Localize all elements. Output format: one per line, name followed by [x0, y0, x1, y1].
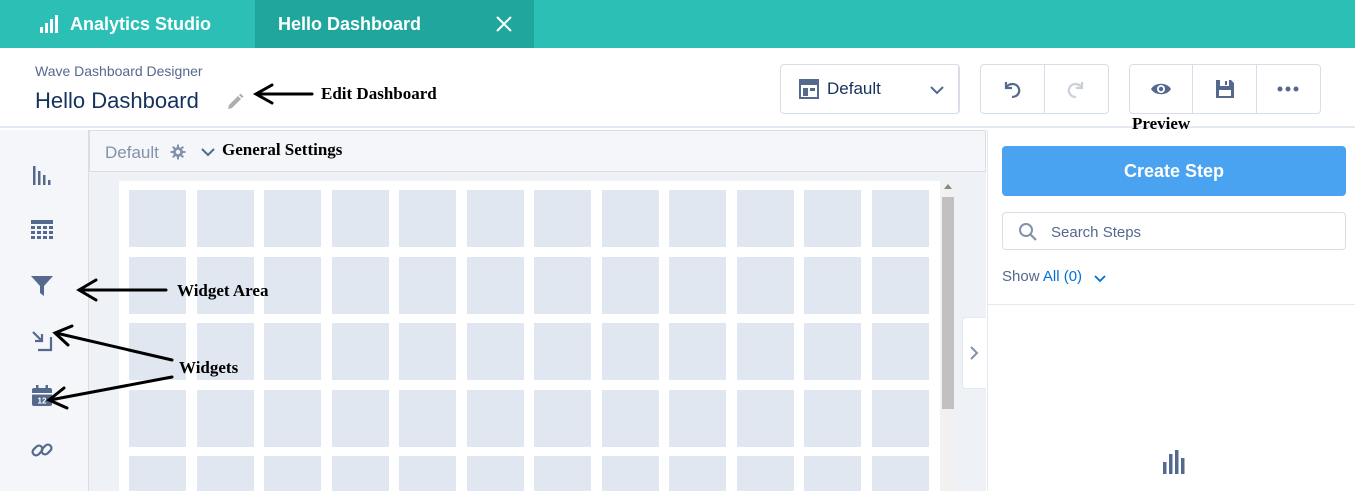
annotation-preview: Preview: [1132, 114, 1191, 133]
annotation-edit-dashboard: Edit Dashboard: [321, 84, 437, 103]
annotation-widgets: Widgets: [179, 358, 239, 377]
annotation-general-settings: General Settings: [222, 140, 343, 159]
annotation-arrows: [46, 83, 314, 410]
annotation-widget-area: Widget Area: [177, 281, 269, 300]
